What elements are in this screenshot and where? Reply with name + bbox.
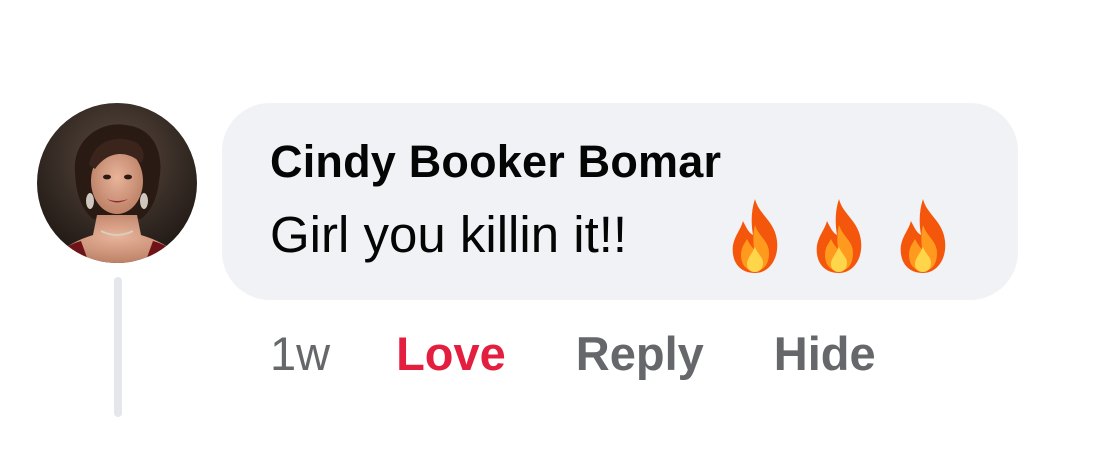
previous-comment-fragment: ​ (640, 12, 720, 38)
love-reaction-button[interactable]: Love (396, 326, 506, 381)
hide-button[interactable]: Hide (774, 326, 876, 381)
fire-icon (732, 199, 778, 273)
comment-text: Girl you killin it!! (270, 206, 628, 263)
comment-author-name[interactable]: Cindy Booker Bomar (270, 136, 721, 188)
reply-button[interactable]: Reply (576, 326, 704, 381)
fire-icon (816, 199, 862, 273)
comment-emoji-row (723, 195, 955, 277)
avatar[interactable] (37, 103, 197, 263)
comment-action-row: 1w Love Reply Hide (270, 322, 876, 384)
thread-line (114, 277, 122, 417)
fire-icon (900, 199, 946, 273)
comment-timestamp[interactable]: 1w (270, 326, 330, 381)
